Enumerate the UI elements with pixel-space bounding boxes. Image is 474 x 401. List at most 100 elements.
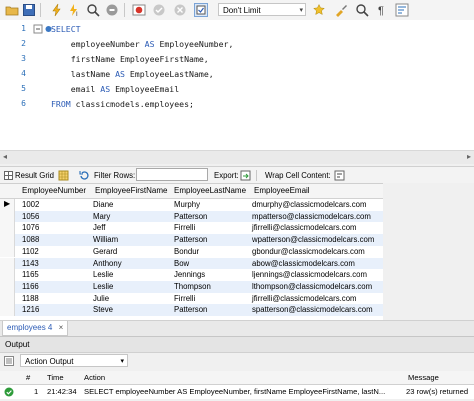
row-marker[interactable] <box>0 234 15 246</box>
row-marker[interactable] <box>0 245 15 258</box>
row-marker[interactable] <box>0 269 15 281</box>
cell-email[interactable]: lthompson@classicmodelcars.com <box>252 282 372 291</box>
cell-first-name[interactable]: Leslie <box>93 282 113 291</box>
rollback-icon[interactable] <box>173 3 187 17</box>
cell-first-name[interactable]: Steve <box>93 305 113 314</box>
wrap-cell-icon[interactable] <box>334 170 345 181</box>
result-grid[interactable]: EmployeeNumber EmployeeFirstName Employe… <box>0 183 384 322</box>
output-type-select[interactable]: Action Output ▾ <box>20 354 128 367</box>
cell-first-name[interactable]: Anthony <box>93 259 122 268</box>
refresh-icon[interactable] <box>79 170 90 181</box>
output-row[interactable]: 1 21:42:34 SELECT employeeNumber AS Empl… <box>0 385 474 399</box>
scroll-right-icon[interactable]: ▸ <box>467 152 471 161</box>
cell-employee-number[interactable]: 1056 <box>22 212 39 221</box>
limit-rows-select[interactable]: Don't Limit ▾ <box>218 3 306 16</box>
table-row[interactable]: 1102 Gerard Bondur gbondur@classicmodelc… <box>0 245 383 258</box>
stop-on-error-icon[interactable] <box>132 3 146 17</box>
cell-employee-number[interactable]: 1076 <box>22 223 39 232</box>
cell-first-name[interactable]: Leslie <box>93 270 113 279</box>
table-row[interactable]: 1166 Leslie Thompson lthompson@classicmo… <box>0 280 383 293</box>
cell-first-name[interactable]: Julie <box>93 294 109 303</box>
cell-employee-number[interactable]: 1188 <box>22 294 39 303</box>
invisible-chars-icon[interactable]: ¶ <box>375 3 389 17</box>
stop-icon[interactable] <box>105 3 119 17</box>
row-marker[interactable] <box>0 210 15 223</box>
cell-last-name[interactable]: Firrelli <box>174 294 195 303</box>
cell-email[interactable]: wpatterson@classicmodelcars.com <box>252 235 374 244</box>
output-options-icon[interactable] <box>4 356 14 366</box>
autocommit-toggle-icon[interactable] <box>194 3 208 17</box>
row-marker[interactable] <box>0 280 15 293</box>
scroll-left-icon[interactable]: ◂ <box>3 152 7 161</box>
explain-magnifier-icon[interactable] <box>86 3 100 17</box>
open-folder-icon[interactable] <box>5 3 19 17</box>
table-row[interactable]: 1188 Julie Firrelli jfirrelli@classicmod… <box>0 292 383 305</box>
cell-email[interactable]: ljennings@classicmodelcars.com <box>252 270 367 279</box>
sql-editor[interactable]: 1 SELECT 2 employeeNumber AS EmployeeNum… <box>0 20 474 150</box>
execute-current-icon[interactable]: I <box>67 3 81 18</box>
cell-employee-number[interactable]: 1002 <box>22 200 39 209</box>
result-grid-icon <box>4 171 13 180</box>
find-magnifier-icon[interactable] <box>355 3 369 17</box>
cell-first-name[interactable]: Diane <box>93 200 113 209</box>
cell-email[interactable]: abow@classicmodelcars.com <box>252 259 355 268</box>
cell-first-name[interactable]: William <box>93 235 118 244</box>
cell-email[interactable]: dmurphy@classicmodelcars.com <box>252 200 367 209</box>
result-tab[interactable]: employees 4 × <box>2 321 69 336</box>
table-row[interactable]: ▶ 1002 Diane Murphy dmurphy@classicmodel… <box>0 199 383 211</box>
cell-email[interactable]: jfirrelli@classicmodelcars.com <box>252 223 357 232</box>
row-marker[interactable] <box>0 292 15 305</box>
export-icon[interactable] <box>240 170 251 181</box>
table-row[interactable]: 1143 Anthony Bow abow@classicmodelcars.c… <box>0 257 383 270</box>
column-header[interactable]: EmployeeNumber <box>22 186 86 195</box>
cell-first-name[interactable]: Gerard <box>93 247 117 256</box>
column-header[interactable]: EmployeeLastName <box>174 186 246 195</box>
table-row[interactable]: 1165 Leslie Jennings ljennings@classicmo… <box>0 269 383 281</box>
cell-last-name[interactable]: Jennings <box>174 270 205 279</box>
table-row[interactable]: 1216 Steve Patterson spatterson@classicm… <box>0 304 383 316</box>
bookmark-star-icon[interactable] <box>312 3 326 17</box>
cell-employee-number[interactable]: 1143 <box>22 259 39 268</box>
column-header[interactable]: EmployeeFirstName <box>95 186 167 195</box>
row-marker[interactable] <box>0 257 15 270</box>
close-icon[interactable]: × <box>59 323 64 332</box>
commit-icon[interactable] <box>152 3 166 17</box>
cell-last-name[interactable]: Murphy <box>174 200 200 209</box>
cell-email[interactable]: gbondur@classicmodelcars.com <box>252 247 365 256</box>
cell-employee-number[interactable]: 1088 <box>22 235 39 244</box>
line-number: 3 <box>21 54 26 63</box>
cell-email[interactable]: mpatterso@classicmodelcars.com <box>252 212 371 221</box>
filter-rows-input[interactable] <box>136 168 208 181</box>
cell-email[interactable]: spatterson@classicmodelcars.com <box>252 305 373 314</box>
grid-view-icon[interactable] <box>58 170 69 181</box>
save-icon[interactable] <box>22 3 36 17</box>
row-marker[interactable]: ▶ <box>0 199 15 211</box>
row-marker[interactable] <box>0 222 15 235</box>
cell-last-name[interactable]: Patterson <box>174 305 207 314</box>
cell-last-name[interactable]: Patterson <box>174 235 207 244</box>
cell-email[interactable]: jfirrelli@classicmodelcars.com <box>252 294 357 303</box>
result-grid-label[interactable]: Result Grid <box>15 171 54 180</box>
table-row[interactable]: 1076 Jeff Firrelli jfirrelli@classicmode… <box>0 222 383 235</box>
row-marker[interactable] <box>0 304 15 316</box>
beautify-brush-icon[interactable] <box>334 3 348 17</box>
cell-last-name[interactable]: Bondur <box>174 247 199 256</box>
editor-horizontal-scrollbar[interactable]: ◂ ▸ <box>0 150 474 164</box>
cell-first-name[interactable]: Jeff <box>93 223 105 232</box>
cell-employee-number[interactable]: 1166 <box>22 282 39 291</box>
cell-first-name[interactable]: Mary <box>93 212 110 221</box>
cell-last-name[interactable]: Patterson <box>174 212 207 221</box>
cell-last-name[interactable]: Thompson <box>174 282 211 291</box>
cell-employee-number[interactable]: 1102 <box>22 247 39 256</box>
table-row[interactable]: 1056 Mary Patterson mpatterso@classicmod… <box>0 210 383 223</box>
chevron-down-icon: ▾ <box>299 7 303 14</box>
cell-last-name[interactable]: Firrelli <box>174 223 195 232</box>
wrap-lines-icon[interactable] <box>395 3 409 17</box>
column-header[interactable]: EmployeeEmail <box>254 186 310 195</box>
cell-employee-number[interactable]: 1165 <box>22 270 39 279</box>
cell-employee-number[interactable]: 1216 <box>22 305 39 314</box>
table-row[interactable]: 1088 William Patterson wpatterson@classi… <box>0 234 383 246</box>
fold-marker-icon[interactable] <box>33 24 43 34</box>
cell-last-name[interactable]: Bow <box>174 259 189 268</box>
execute-lightning-icon[interactable] <box>50 3 64 17</box>
